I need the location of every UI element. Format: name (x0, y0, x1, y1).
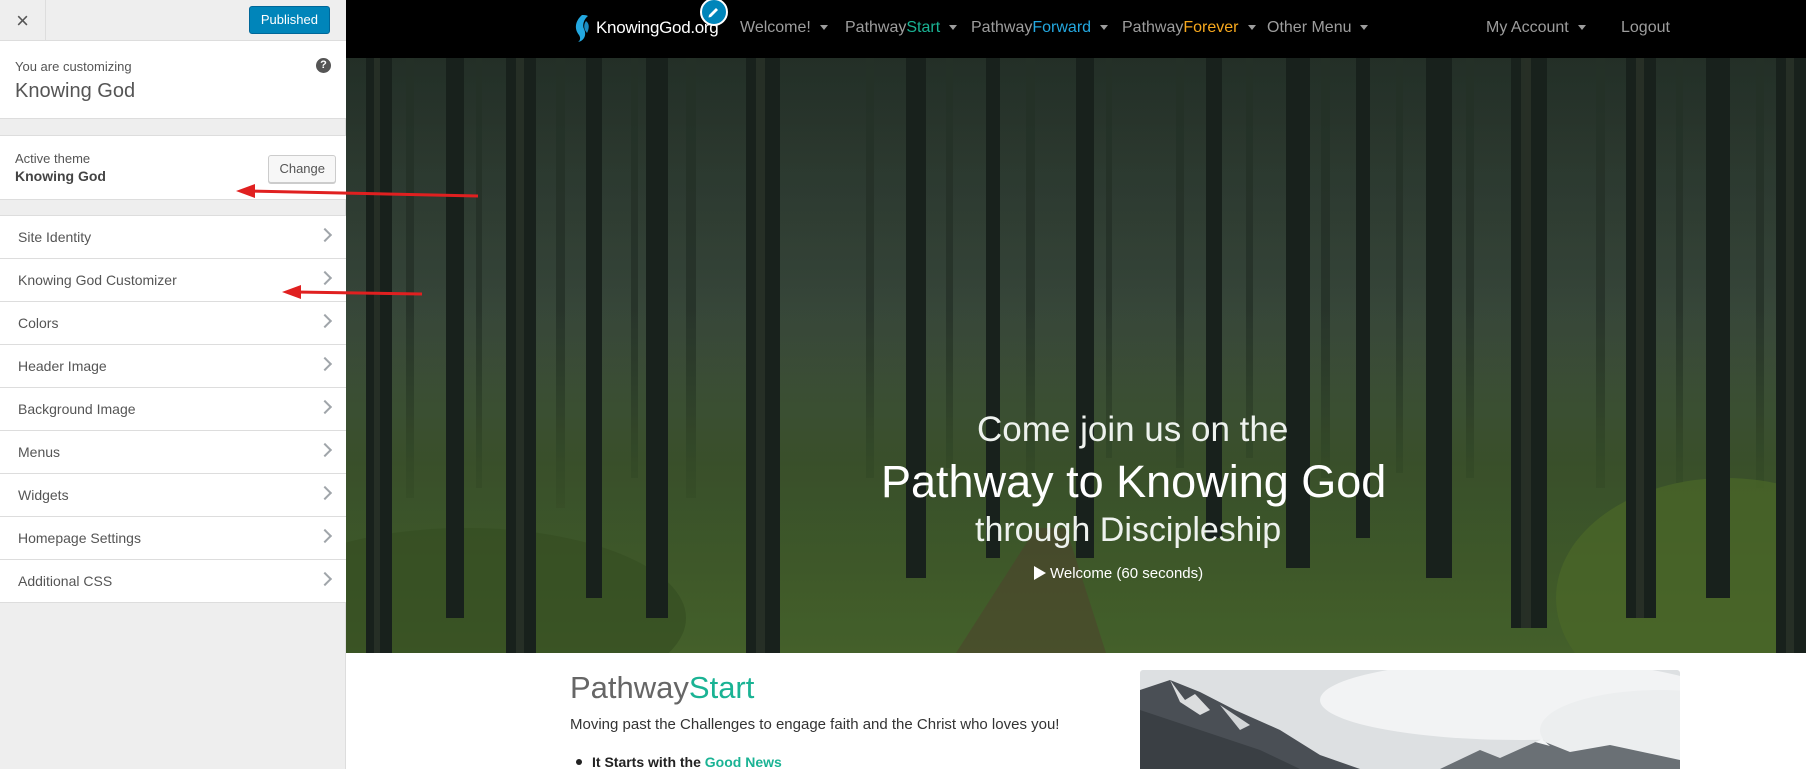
nav-other-label: Other Menu (1267, 19, 1352, 36)
section-homepage-settings[interactable]: Homepage Settings (0, 517, 346, 560)
nav-pathway-accent: Start (906, 19, 941, 36)
customizer-sidebar: × Published You are customizing Knowing … (0, 0, 346, 769)
section-label: Homepage Settings (18, 530, 141, 546)
active-theme-panel: Active theme Knowing God Change (0, 135, 346, 200)
customizer-sections: Site Identity Knowing God Customizer Col… (0, 215, 346, 603)
play-icon (1034, 566, 1046, 580)
bullet-text: It Starts with the (592, 754, 701, 769)
active-theme-label: Active theme (15, 151, 91, 166)
section-title-accent: Start (688, 670, 755, 705)
section-label: Background Image (18, 401, 136, 417)
section-site-identity[interactable]: Site Identity (0, 216, 346, 259)
close-customizer-button[interactable]: × (0, 0, 46, 41)
section-header-image[interactable]: Header Image (0, 345, 346, 388)
edit-shortcut-pencil-icon[interactable] (700, 0, 728, 26)
close-icon: × (16, 7, 29, 33)
caret-down-icon (1100, 25, 1109, 31)
nav-logout-label: Logout (1621, 19, 1670, 36)
chevron-right-icon (317, 528, 333, 544)
hero-banner: Come join us on the Pathway to Knowing G… (346, 58, 1806, 653)
nav-pathway-accent: Forward (1032, 19, 1092, 36)
nav-other-menu[interactable]: Other Menu (1267, 19, 1369, 37)
customizing-site-name: Knowing God (15, 80, 136, 102)
chevron-right-icon (317, 442, 333, 458)
mountain-image (1140, 670, 1680, 769)
active-theme-name: Knowing God (15, 168, 106, 184)
customizing-label: You are customizing (15, 59, 132, 74)
customizer-header: × Published (0, 0, 346, 41)
nav-pathway-label: Pathway (971, 19, 1033, 36)
logo-icon (575, 15, 589, 42)
nav-pathway-label: Pathway (1122, 19, 1184, 36)
hero-line-1: Come join us on the (977, 410, 1289, 449)
hero-text: Come join us on the Pathway to Knowing G… (346, 58, 1806, 653)
welcome-video-label: Welcome (60 seconds) (1050, 565, 1204, 582)
chevron-right-icon (317, 399, 333, 415)
section-label: Header Image (18, 358, 107, 374)
chevron-right-icon (317, 270, 333, 286)
list-item: It Starts with the Good News (576, 754, 782, 769)
nav-welcome-label: Welcome! (740, 19, 811, 36)
section-label: Knowing God Customizer (18, 272, 177, 288)
chevron-right-icon (317, 485, 333, 501)
chevron-right-icon (317, 313, 333, 329)
help-icon[interactable]: ? (316, 58, 331, 73)
chevron-right-icon (317, 571, 333, 587)
nav-logout[interactable]: Logout (1621, 19, 1670, 37)
section-label: Widgets (18, 487, 69, 503)
chevron-right-icon (317, 227, 333, 243)
nav-pathway-label: Pathway (845, 19, 907, 36)
nav-welcome[interactable]: Welcome! (740, 19, 828, 37)
section-knowing-god-customizer[interactable]: Knowing God Customizer (0, 259, 346, 302)
site-logo[interactable]: KnowingGod.org (570, 13, 719, 43)
published-button[interactable]: Published (248, 6, 330, 34)
site-navbar: KnowingGod.org Welcome! PathwayStart Pat… (346, 0, 1806, 58)
mountain-illustration (1140, 670, 1680, 769)
hero-line-3: through Discipleship (975, 511, 1282, 549)
section-title: PathwayStart (570, 670, 754, 706)
section-label: Additional CSS (18, 573, 113, 589)
welcome-video-link[interactable]: Welcome (60 seconds) (1034, 565, 1203, 582)
nav-pathway-start[interactable]: PathwayStart (845, 19, 958, 37)
bullet-icon (576, 759, 582, 765)
nav-my-account-label: My Account (1486, 19, 1569, 36)
section-description: Moving past the Challenges to engage fai… (570, 716, 1060, 733)
nav-pathway-forever[interactable]: PathwayForever (1122, 19, 1256, 37)
nav-pathway-forward[interactable]: PathwayForward (971, 19, 1109, 37)
caret-down-icon (819, 25, 828, 31)
caret-down-icon (949, 25, 958, 31)
nav-pathway-accent: Forever (1183, 19, 1239, 36)
app-root: × Published You are customizing Knowing … (0, 0, 1806, 769)
caret-down-icon (1247, 25, 1256, 31)
section-widgets[interactable]: Widgets (0, 474, 346, 517)
hero-title: Pathway to Knowing God (881, 456, 1387, 507)
site-preview: KnowingGod.org Welcome! PathwayStart Pat… (346, 0, 1806, 769)
good-news-link[interactable]: Good News (705, 754, 782, 769)
section-label: Colors (18, 315, 59, 331)
chevron-right-icon (317, 356, 333, 372)
caret-down-icon (1360, 25, 1369, 31)
section-background-image[interactable]: Background Image (0, 388, 346, 431)
section-additional-css[interactable]: Additional CSS (0, 560, 346, 603)
customizing-info: You are customizing Knowing God ? (0, 41, 346, 119)
section-label: Site Identity (18, 229, 92, 245)
nav-my-account[interactable]: My Account (1486, 19, 1586, 37)
section-menus[interactable]: Menus (0, 431, 346, 474)
section-label: Menus (18, 444, 61, 460)
section-title-prefix: Pathway (570, 670, 689, 705)
change-theme-button[interactable]: Change (268, 155, 336, 183)
logo-text: KnowingGod.org (596, 18, 719, 37)
caret-down-icon (1577, 25, 1586, 31)
section-colors[interactable]: Colors (0, 302, 346, 345)
